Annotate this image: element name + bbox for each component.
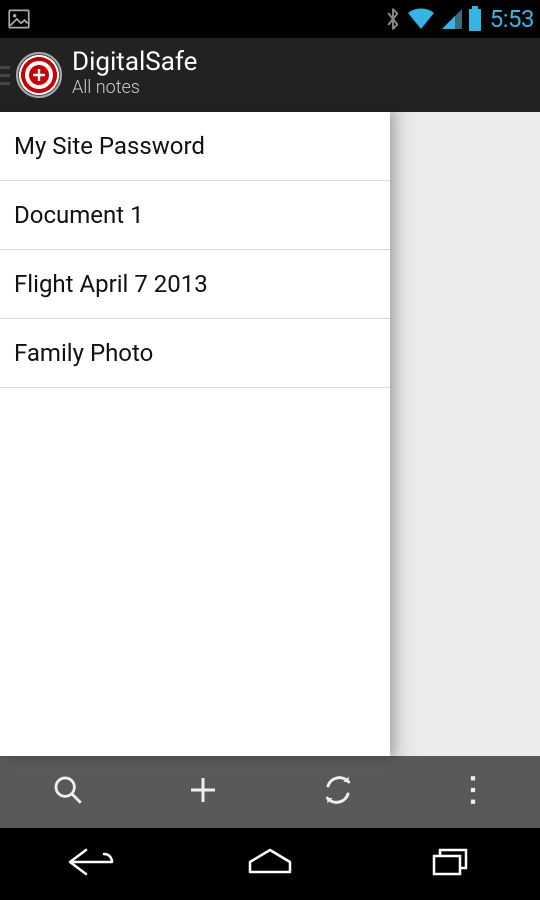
note-title: Flight April 7 2013 — [14, 270, 208, 298]
content-area: My Site Password Document 1 Flight April… — [0, 112, 540, 756]
overflow-button[interactable] — [405, 756, 540, 828]
note-title: Family Photo — [14, 339, 153, 367]
battery-icon — [468, 6, 482, 32]
refresh-button[interactable] — [270, 756, 405, 828]
note-title: Document 1 — [14, 201, 144, 229]
slide-panel-peek[interactable] — [380, 112, 540, 756]
note-row[interactable]: My Site Password — [0, 112, 390, 181]
note-row[interactable]: Flight April 7 2013 — [0, 250, 390, 319]
home-icon — [244, 844, 296, 884]
note-row[interactable]: Document 1 — [0, 181, 390, 250]
back-icon — [60, 844, 120, 884]
recent-apps-icon — [426, 844, 474, 884]
action-bar-titles[interactable]: DigitalSafe All notes — [72, 49, 197, 100]
search-icon — [51, 773, 85, 811]
more-vertical-icon — [468, 773, 478, 811]
nav-back-button[interactable] — [0, 844, 180, 884]
app-action-bar: DigitalSafe All notes — [0, 38, 540, 112]
search-button[interactable] — [0, 756, 135, 828]
app-logo-icon[interactable] — [16, 52, 62, 98]
plus-icon — [185, 772, 221, 812]
app-title: DigitalSafe — [72, 49, 197, 75]
image-notification-icon — [6, 6, 32, 32]
note-list[interactable]: My Site Password Document 1 Flight April… — [0, 112, 390, 756]
bottom-toolbar — [0, 756, 540, 828]
add-button[interactable] — [135, 756, 270, 828]
status-time: 5:53 — [490, 5, 534, 33]
note-row[interactable]: Family Photo — [0, 319, 390, 388]
wifi-icon — [406, 7, 436, 31]
bluetooth-icon — [384, 6, 402, 32]
drawer-peek-icon[interactable] — [0, 38, 10, 112]
signal-icon — [440, 7, 464, 31]
nav-recents-button[interactable] — [360, 844, 540, 884]
app-subtitle: All notes — [72, 75, 197, 100]
system-status-bar: 5:53 — [0, 0, 540, 38]
system-navigation-bar — [0, 828, 540, 900]
nav-home-button[interactable] — [180, 844, 360, 884]
refresh-icon — [322, 774, 354, 810]
note-title: My Site Password — [14, 132, 205, 160]
